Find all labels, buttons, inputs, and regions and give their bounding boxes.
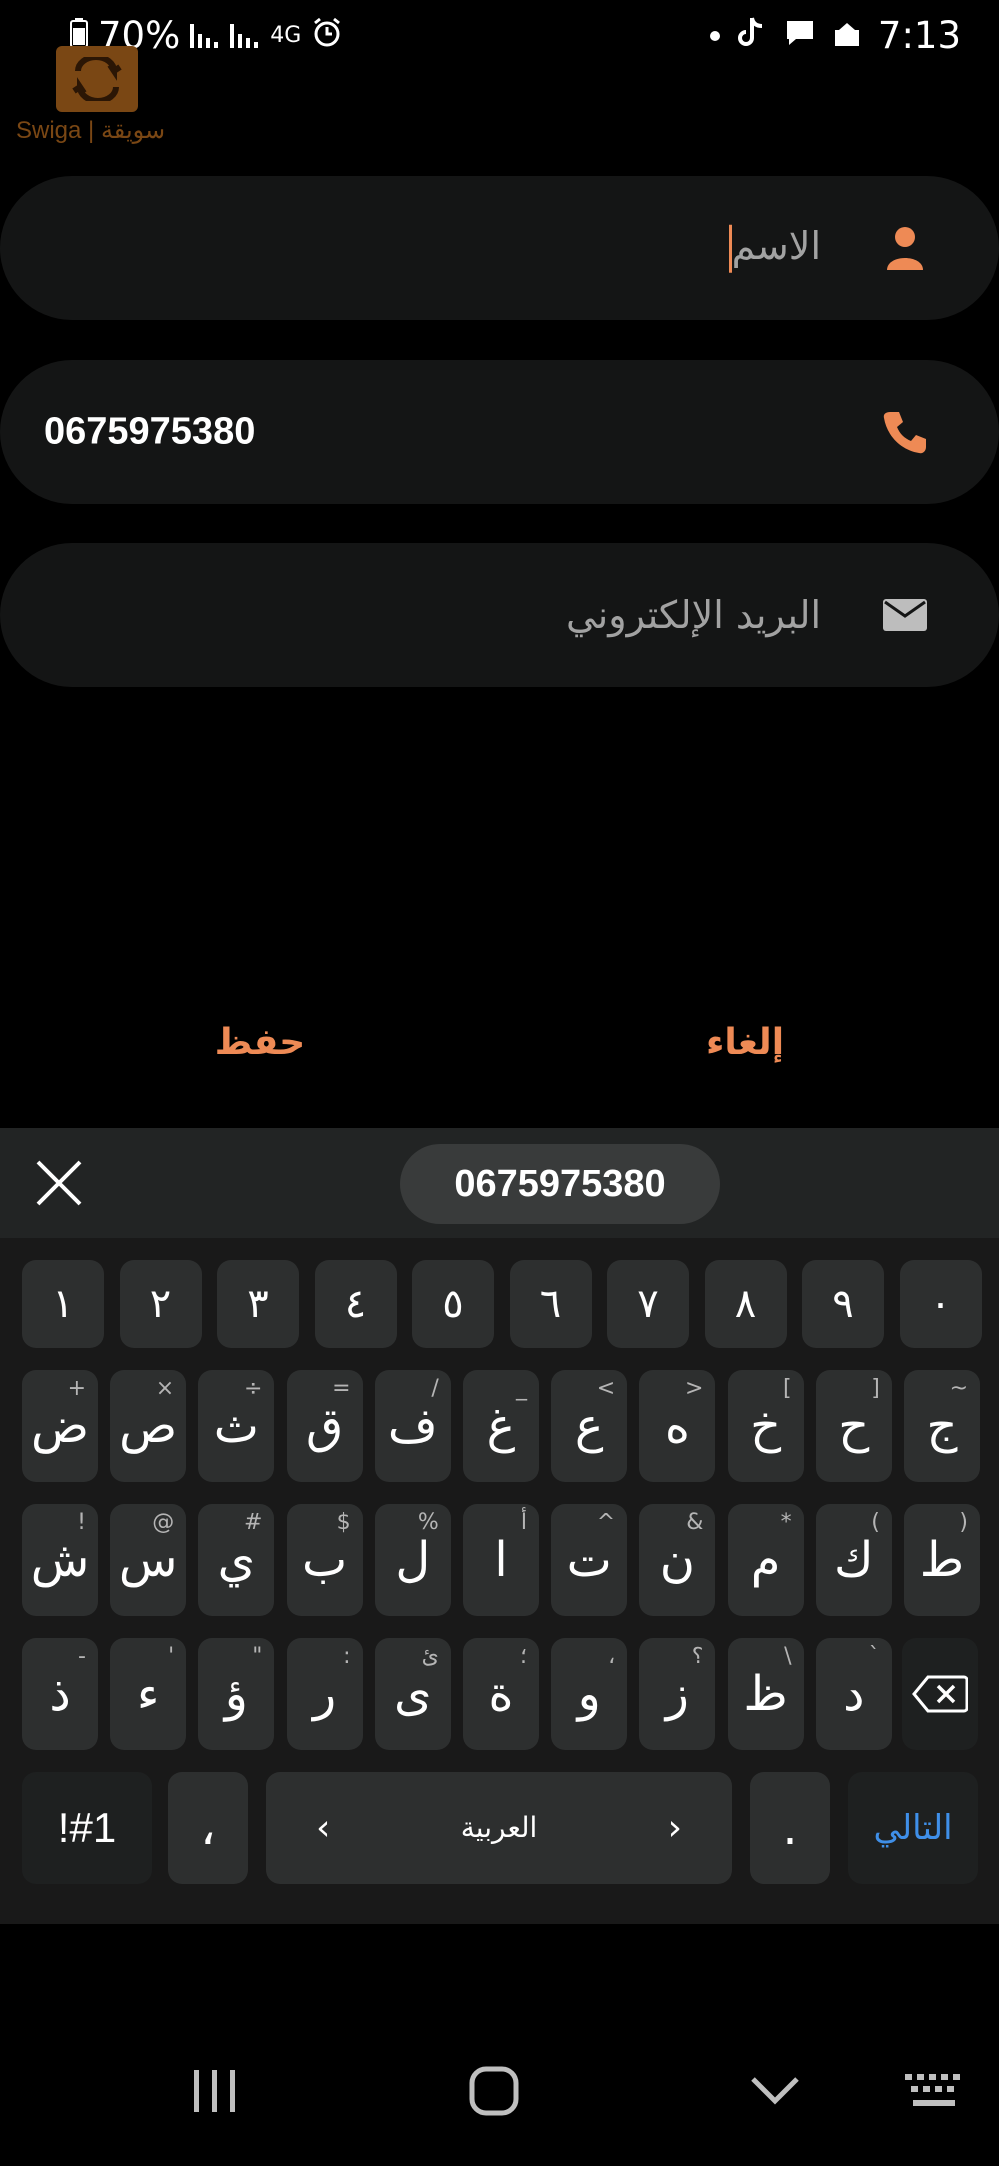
suggestion-chip[interactable]: 0675975380 (400, 1144, 720, 1224)
key-letter[interactable]: -ذ (22, 1638, 98, 1750)
notification-dot (709, 30, 720, 41)
next-key[interactable]: التالي (848, 1772, 978, 1884)
key-letter[interactable]: \ ظ (727, 1638, 804, 1750)
status-right: 7:13 (709, 14, 961, 57)
clock: 7:13 (877, 14, 961, 57)
key-letter[interactable]: (ك (815, 1504, 892, 1616)
app-notification-icon (834, 14, 860, 57)
email-field[interactable]: البريد الإلكتروني (0, 543, 999, 687)
cancel-button[interactable]: إلغاء (680, 1022, 810, 1082)
network-type: 4G (270, 22, 302, 48)
key-letter[interactable]: < ع (551, 1370, 628, 1482)
email-placeholder: البريد الإلكتروني (566, 593, 821, 637)
mail-icon (881, 591, 929, 639)
key-number-0[interactable]: ١ (22, 1260, 104, 1348)
hide-keyboard-icon[interactable] (750, 2076, 800, 2110)
comma-key[interactable]: ، (168, 1772, 248, 1884)
chevron-left-icon: ‹ (316, 1807, 331, 1849)
key-letter[interactable]: ÷ ث (198, 1370, 275, 1482)
message-icon (784, 14, 816, 57)
key-letter[interactable]: ) ط (904, 1504, 980, 1616)
key-number-1[interactable]: ٢ (119, 1260, 202, 1348)
key-letter[interactable]: ! ش (22, 1504, 98, 1616)
key-letter[interactable]: = ق (286, 1370, 363, 1482)
backspace-icon (912, 1675, 968, 1713)
key-letter[interactable]: " ؤ (198, 1638, 275, 1750)
keyboard: ١٢٣٤٥٦٧٨٩٠ + ض × ص ÷ ث = ق / ف _ غ < ع > ه[خ] ح ~ ج ! ش @ س # ي… (0, 1238, 999, 1924)
space-key[interactable]: ‹ العربية › (266, 1772, 732, 1884)
chevron-right-icon: › (667, 1807, 682, 1849)
recent-apps-icon[interactable] (190, 2068, 240, 2118)
name-placeholder: الاسم (731, 223, 821, 268)
close-icon[interactable] (34, 1158, 84, 1208)
key-letter[interactable]: * م (727, 1504, 804, 1616)
alarm-icon (311, 14, 343, 57)
key-letter[interactable]: + ض (22, 1370, 98, 1482)
key-number-8[interactable]: ٩ (802, 1260, 884, 1348)
key-letter[interactable]: $ ب (286, 1504, 363, 1616)
key-letter[interactable]: > ه (639, 1370, 716, 1482)
key-letter[interactable]: @ س (110, 1504, 187, 1616)
key-number-3[interactable]: ٤ (314, 1260, 397, 1348)
key-letter[interactable]: ^ ت (551, 1504, 628, 1616)
logo-text: Swiga | سويقة (16, 117, 166, 144)
screen: 70% 4G 7:13 Swiga | سويقة الاسم 06759753… (0, 0, 999, 2166)
key-letter[interactable]: [خ (727, 1370, 804, 1482)
navigation-bar (0, 2020, 999, 2166)
key-letter[interactable]: ؟ ز (639, 1638, 716, 1750)
home-icon[interactable] (468, 2065, 520, 2121)
key-letter[interactable]: ؛ ة (463, 1638, 539, 1750)
key-letter[interactable]: & ن (639, 1504, 716, 1616)
person-icon (881, 224, 929, 272)
key-letter[interactable]: ` د (815, 1638, 892, 1750)
symbols-key[interactable]: !#1 (22, 1772, 152, 1884)
signal-icon-2 (230, 14, 260, 57)
keyboard-icon[interactable] (905, 2072, 963, 2114)
period-key[interactable]: . (750, 1772, 830, 1884)
key-letter[interactable]: ، و (551, 1638, 628, 1750)
tiktok-icon (737, 14, 766, 57)
name-field[interactable]: الاسم (0, 176, 999, 320)
key-letter[interactable]: ] ح (815, 1370, 892, 1482)
logo-icon (56, 46, 138, 112)
key-letter[interactable]: / ف (374, 1370, 451, 1482)
key-letter[interactable]: ئى (374, 1638, 451, 1750)
phone-field[interactable]: 0675975380 (0, 360, 999, 504)
app-logo: Swiga | سويقة (16, 46, 176, 146)
backspace-key[interactable] (902, 1638, 978, 1750)
key-letter[interactable]: أا (463, 1504, 539, 1616)
name-input-text: الاسم (727, 224, 821, 273)
key-letter[interactable]: :ر (286, 1638, 363, 1750)
key-letter[interactable]: # ي (198, 1504, 275, 1616)
key-letter[interactable]: ~ ج (904, 1370, 980, 1482)
key-letter[interactable]: _ غ (463, 1370, 539, 1482)
keyboard-suggestion-bar: 0675975380 (0, 1128, 999, 1238)
key-letter[interactable]: % ل (374, 1504, 451, 1616)
key-number-9[interactable]: ٠ (899, 1260, 982, 1348)
key-number-4[interactable]: ٥ (412, 1260, 494, 1348)
key-number-2[interactable]: ٣ (217, 1260, 299, 1348)
phone-icon (881, 408, 929, 456)
phone-value: 0675975380 (44, 410, 256, 453)
save-button[interactable]: حفظ (200, 1022, 320, 1082)
key-number-5[interactable]: ٦ (509, 1260, 592, 1348)
key-letter[interactable]: ' ء (110, 1638, 187, 1750)
key-letter[interactable]: × ص (110, 1370, 187, 1482)
key-number-7[interactable]: ٨ (704, 1260, 787, 1348)
key-number-6[interactable]: ٧ (607, 1260, 689, 1348)
signal-icon (190, 14, 220, 57)
